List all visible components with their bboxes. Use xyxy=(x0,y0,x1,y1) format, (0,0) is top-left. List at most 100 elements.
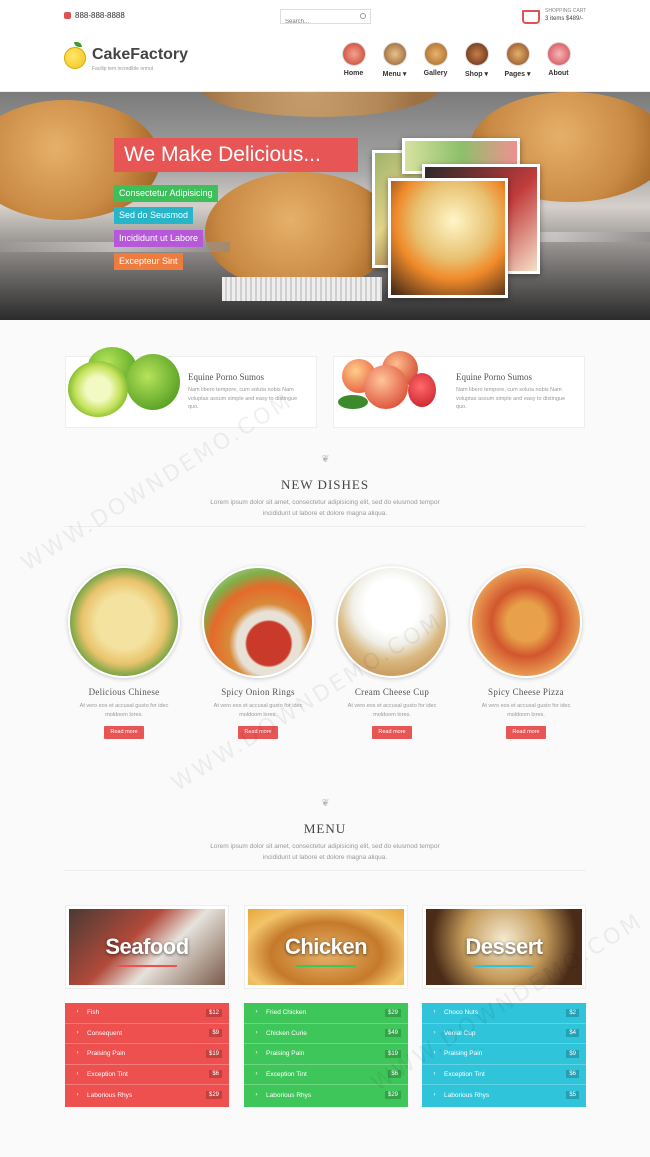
nav-item-pages[interactable]: Pages ▾ xyxy=(497,42,538,78)
nav-item-shop[interactable]: Shop ▾ xyxy=(456,42,497,78)
hero-tag: Excepteur Sint xyxy=(114,253,183,270)
dish-image[interactable] xyxy=(202,566,314,678)
nav-label-gallery: Gallery xyxy=(423,70,448,77)
menu-item-row[interactable]: › Chicken Curie $49 xyxy=(244,1024,408,1044)
menu-item-price: $29 xyxy=(384,1008,401,1017)
menu-item-name: Exception Tint xyxy=(444,1070,485,1078)
dish-image[interactable] xyxy=(336,566,448,678)
menu-item-row[interactable]: › Choco Nuts $2 xyxy=(422,1003,586,1024)
menu-category-seafood[interactable]: Seafood xyxy=(65,905,229,989)
menu-item-name: Venial Cup xyxy=(444,1029,476,1037)
read-more-button[interactable]: Read more xyxy=(104,726,144,739)
section-title-menu: MENU xyxy=(303,821,347,836)
main-nav: Home Menu ▾ Gallery Shop ▾ Pages ▾ About xyxy=(333,42,579,78)
dish-name[interactable]: Spicy Onion Rings xyxy=(200,687,316,697)
nav-item-home[interactable]: Home xyxy=(333,42,374,78)
dish-name[interactable]: Cream Cheese Cup xyxy=(334,687,450,697)
logo-title[interactable]: CakeFactory xyxy=(92,46,188,64)
read-more-button[interactable]: Read more xyxy=(506,726,546,739)
strawberry-icon xyxy=(408,373,436,407)
feature-box: Equine Porno Sumos Nam libero tempore, c… xyxy=(65,347,317,428)
menu-category-dessert[interactable]: Dessert xyxy=(422,905,586,989)
muffin-image xyxy=(200,92,440,117)
section-divider xyxy=(64,526,586,527)
feature-title: Equine Porno Sumos xyxy=(456,372,533,382)
menu-item-row[interactable]: › Praising Pain $9 xyxy=(422,1044,586,1065)
section-divider xyxy=(64,870,586,871)
hero-tag: Incididunt ut Labore xyxy=(114,230,204,247)
phone-contact[interactable]: 888-888-8888 xyxy=(64,11,125,20)
menu-item-row[interactable]: › Exception Tint $6 xyxy=(65,1065,229,1085)
search-input[interactable] xyxy=(281,15,356,29)
menu-item-row[interactable]: › Consequent $9 xyxy=(65,1024,229,1044)
menu-item-row[interactable]: › Laborious Rhys $29 xyxy=(65,1085,229,1106)
menu-item-name: Choco Nuts xyxy=(444,1009,478,1017)
dish-name[interactable]: Delicious Chinese xyxy=(66,687,182,697)
category-label: Seafood xyxy=(105,934,189,959)
cart-title: SHOPPING CART xyxy=(545,8,587,14)
menu-item-price: $2 xyxy=(566,1008,579,1017)
search-box xyxy=(280,9,371,29)
nav-label-menu: Menu ▾ xyxy=(382,71,407,78)
nav-label-home: Home xyxy=(343,70,364,77)
nav-about-thumb xyxy=(546,42,571,66)
chevron-right-icon: › xyxy=(433,1050,436,1057)
menu-item-name: Laborious Rhys xyxy=(266,1091,312,1099)
leaf-icon xyxy=(338,395,368,409)
read-more-button[interactable]: Read more xyxy=(238,726,278,739)
nav-item-about[interactable]: About xyxy=(538,42,579,78)
menu-item-price: $29 xyxy=(384,1091,401,1100)
lemon-logo-icon[interactable] xyxy=(64,47,86,69)
dish-text: At vero eos et accusal gusto for idec mo… xyxy=(347,703,437,718)
search-icon[interactable] xyxy=(360,13,366,19)
menu-item-price: $6 xyxy=(566,1070,579,1079)
menu-item-row[interactable]: › Laborious Rhys $5 xyxy=(422,1085,586,1106)
category-label: Chicken xyxy=(284,934,368,959)
hero-tag: Sed do Seusmod xyxy=(114,207,194,224)
nav-label-shop: Shop ▾ xyxy=(465,71,488,78)
menu-item-row[interactable]: › Venial Cup $4 xyxy=(422,1024,586,1044)
menu-item-row[interactable]: › Fish $12 xyxy=(65,1003,229,1024)
menu-item-price: $5 xyxy=(566,1091,579,1100)
menu-item-row[interactable]: › Praising Pain $19 xyxy=(65,1044,229,1065)
dish-card: Spicy Cheese Pizza At vero eos et accusa… xyxy=(468,566,584,739)
category-label: Dessert xyxy=(465,934,543,959)
menu-item-price: $19 xyxy=(205,1049,222,1058)
chevron-right-icon: › xyxy=(76,1091,79,1098)
nav-label-about: About xyxy=(548,70,569,77)
dish-text: At vero eos et accusal gusto for idec mo… xyxy=(79,703,169,718)
nav-item-gallery[interactable]: Gallery xyxy=(415,42,456,78)
menu-item-price: $6 xyxy=(388,1070,401,1079)
shopping-cart[interactable]: SHOPPING CART 3 items $489/- xyxy=(522,7,586,24)
hero-tag: Consectetur Adipisicing xyxy=(114,185,218,202)
category-underline xyxy=(296,965,356,967)
price-list-chicken: › Fried Chicken $29 › Chicken Curie $49 › Pra… xyxy=(244,1003,408,1107)
dish-image[interactable] xyxy=(68,566,180,678)
feature-text: Nam libero tempore, cum soluta nobis Nam… xyxy=(456,387,566,410)
price-list-dessert: › Choco Nuts $2 › Venial Cup $4 › Praising Pa… xyxy=(422,1003,586,1107)
price-list-seafood: › Fish $12 › Consequent $9 › Praising Pain $19… xyxy=(65,1003,229,1107)
section-title-new-dishes: NEW DISHES xyxy=(280,477,370,492)
phone-icon xyxy=(64,12,71,19)
peach-icon xyxy=(364,365,408,409)
feature-box: Equine Porno Sumos Nam libero tempore, c… xyxy=(333,351,585,428)
menu-item-row[interactable]: › Exception Tint $6 xyxy=(244,1065,408,1085)
dish-text: At vero eos et accusal gusto for idec mo… xyxy=(213,703,303,718)
nav-menu-thumb xyxy=(382,42,407,66)
chevron-right-icon: › xyxy=(255,1050,258,1057)
menu-item-row[interactable]: › Laborious Rhys $29 xyxy=(244,1085,408,1106)
menu-item-row[interactable]: › Fried Chicken $29 xyxy=(244,1003,408,1024)
menu-item-row[interactable]: › Exception Tint $6 xyxy=(422,1065,586,1085)
chevron-right-icon: › xyxy=(76,1070,79,1077)
read-more-button[interactable]: Read more xyxy=(372,726,412,739)
menu-category-chicken[interactable]: Chicken xyxy=(244,905,408,989)
top-bar: 888-888-8888 SHOPPING CART 3 items $489/… xyxy=(0,0,650,34)
dish-name[interactable]: Spicy Cheese Pizza xyxy=(468,687,584,697)
dish-image[interactable] xyxy=(470,566,582,678)
nav-item-menu[interactable]: Menu ▾ xyxy=(374,42,415,78)
menu-item-row[interactable]: › Praising Pain $19 xyxy=(244,1044,408,1065)
menu-item-price: $29 xyxy=(205,1091,222,1100)
menu-item-price: $4 xyxy=(566,1029,579,1038)
menu-item-price: $19 xyxy=(384,1049,401,1058)
chevron-right-icon: › xyxy=(76,1050,79,1057)
